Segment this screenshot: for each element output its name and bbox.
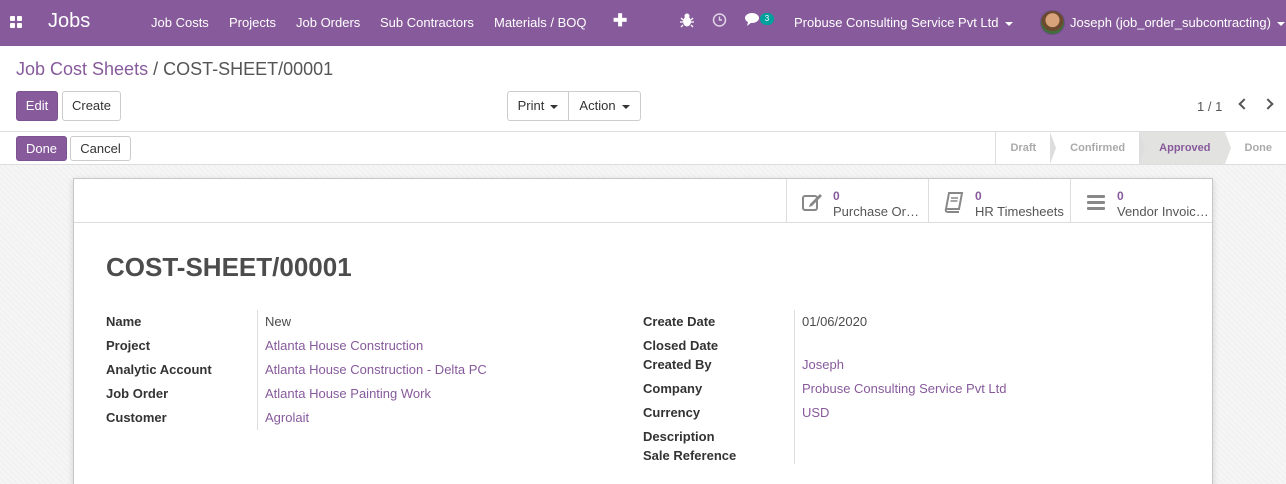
hr-timesheets-label: HR Timesheets (975, 204, 1064, 219)
analytic-account-link[interactable]: Atlanta House Construction - Delta PC (265, 362, 487, 377)
plus-icon[interactable]: ✚ (613, 11, 627, 31)
print-dropdown[interactable]: Print (507, 91, 569, 121)
breadcrumb: Job Cost Sheets / COST-SHEET/00001 (16, 59, 333, 80)
name-value: New (265, 314, 292, 329)
clock-icon[interactable] (712, 12, 727, 27)
project-label: Project (106, 338, 151, 353)
pager-value[interactable]: 1 / 1 (1197, 99, 1222, 114)
name-label: Name (106, 314, 142, 329)
currency-label: Currency (643, 405, 701, 420)
action-dropdown[interactable]: Action (568, 91, 641, 121)
chat-badge: 3 (760, 13, 774, 25)
create-date-value: 01/06/2020 (802, 314, 868, 329)
stage-done[interactable]: Done (1225, 132, 1286, 164)
chevron-down-icon (1004, 21, 1013, 26)
print-label: Print (517, 98, 545, 113)
customer-link[interactable]: Agrolait (265, 410, 309, 425)
vendor-invoices-label: Vendor Invoices (1117, 204, 1209, 219)
user-menu[interactable]: Joseph (job_order_subcontracting) (1070, 15, 1285, 30)
menu-job-costs[interactable]: Job Costs (151, 15, 209, 30)
purchase-orders-button[interactable]: 0 Purchase Orders (786, 179, 928, 223)
avatar[interactable] (1040, 10, 1065, 35)
edit-button[interactable]: Edit (16, 91, 58, 121)
company-switcher[interactable]: Probuse Consulting Service Pvt Ltd (794, 15, 1013, 30)
bug-icon[interactable] (680, 12, 694, 28)
form-sheet: 0 Purchase Orders 0 HR Timesheets 0 Vend… (73, 178, 1213, 484)
menu-sub-contractors[interactable]: Sub Contractors (380, 15, 474, 30)
group-divider (794, 310, 795, 464)
breadcrumb-current: COST-SHEET/00001 (163, 59, 334, 79)
apps-menu-icon[interactable] (10, 16, 22, 28)
chevron-down-icon (550, 104, 559, 109)
stage-confirmed[interactable]: Confirmed (1050, 132, 1146, 164)
stage-draft[interactable]: Draft (996, 132, 1056, 164)
job-order-label: Job Order (106, 386, 169, 401)
created-by-link[interactable]: Joseph (802, 357, 844, 372)
chevron-down-icon (1276, 21, 1285, 26)
hr-timesheets-button[interactable]: 0 HR Timesheets (928, 179, 1070, 223)
company-name: Probuse Consulting Service Pvt Ltd (794, 15, 999, 30)
chevron-down-icon (621, 104, 630, 109)
group-divider (257, 310, 258, 430)
menu-materials-boq[interactable]: Materials / BOQ (494, 15, 586, 30)
cancel-button[interactable]: Cancel (70, 136, 131, 161)
stage-approved[interactable]: Approved (1139, 132, 1231, 164)
create-date-label: Create Date (643, 314, 716, 329)
user-name: Joseph (job_order_subcontracting) (1070, 15, 1271, 30)
chevron-right-icon[interactable] (1262, 98, 1274, 110)
purchase-orders-count: 0 (833, 189, 840, 203)
menu-job-orders[interactable]: Job Orders (296, 15, 360, 30)
hr-timesheets-count: 0 (975, 189, 982, 203)
company-link[interactable]: Probuse Consulting Service Pvt Ltd (802, 381, 1007, 396)
currency-link[interactable]: USD (802, 405, 829, 420)
vendor-invoices-count: 0 (1117, 189, 1124, 203)
created-by-label: Created By (643, 357, 712, 372)
description-label: Description (643, 429, 715, 444)
closed-date-label: Closed Date (643, 338, 719, 353)
top-navbar: Jobs Job Costs Projects Job Orders Sub C… (0, 0, 1286, 46)
pencil-square-icon (802, 194, 822, 211)
list-icon (1087, 195, 1105, 210)
done-button[interactable]: Done (16, 136, 67, 161)
project-link[interactable]: Atlanta House Construction (265, 338, 423, 353)
vendor-invoices-button[interactable]: 0 Vendor Invoices (1070, 179, 1212, 223)
book-icon (944, 192, 964, 213)
company-label: Company (643, 381, 703, 396)
analytic-account-label: Analytic Account (106, 362, 212, 377)
breadcrumb-parent[interactable]: Job Cost Sheets (16, 59, 148, 79)
sale-reference-label: Sale Reference (643, 448, 737, 463)
status-bar: Draft Confirmed Approved Done (995, 132, 1286, 164)
breadcrumb-separator: / (153, 59, 159, 79)
purchase-orders-label: Purchase Orders (833, 204, 925, 219)
app-title[interactable]: Jobs (48, 10, 90, 33)
menu-projects[interactable]: Projects (229, 15, 276, 30)
chevron-left-icon[interactable] (1238, 98, 1250, 110)
action-label: Action (579, 98, 616, 113)
create-button[interactable]: Create (62, 91, 121, 121)
button-box: 0 Purchase Orders 0 HR Timesheets 0 Vend… (74, 179, 1212, 223)
job-order-link[interactable]: Atlanta House Painting Work (265, 386, 431, 401)
customer-label: Customer (106, 410, 167, 425)
record-title: COST-SHEET/00001 (106, 252, 352, 282)
